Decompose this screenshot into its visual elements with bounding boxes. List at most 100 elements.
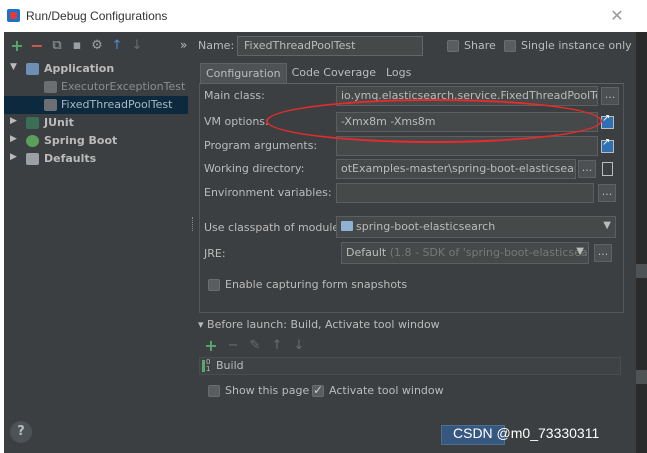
junit-icon	[26, 117, 39, 129]
single-instance-checkbox[interactable]	[504, 40, 516, 52]
add-config-icon[interactable]: +	[10, 38, 24, 54]
environment-variables-label: Environment variables:	[204, 186, 332, 199]
tree-item-label: ExecutorExceptionTest	[61, 80, 186, 93]
main-class-input[interactable]: io.ymq.elasticsearch.service.FixedThread…	[336, 86, 598, 106]
expand-icon[interactable]: ▶	[10, 152, 17, 162]
form-snapshots-checkbox[interactable]	[208, 279, 220, 291]
application-icon	[26, 63, 39, 75]
working-directory-input[interactable]: otExamples-master\spring-boot-elasticsea…	[336, 159, 576, 179]
jre-detail: (1.8 - SDK of 'spring-boot-elasticsear	[389, 246, 589, 259]
chevron-down-icon[interactable]: ▼	[576, 246, 584, 257]
program-arguments-input[interactable]	[336, 136, 598, 156]
name-label: Name:	[198, 39, 235, 52]
tree-item-label: Spring Boot	[44, 134, 118, 147]
single-instance-label: Single instance only	[521, 39, 632, 52]
tab-code-coverage[interactable]: Code Coverage	[287, 63, 381, 83]
help-button[interactable]: ?	[10, 421, 32, 443]
expand-icon[interactable]: ▶	[10, 134, 17, 144]
background-band	[636, 264, 647, 278]
tree-item-fixed-thread-pool-test[interactable]: FixedThreadPoolTest	[4, 96, 188, 114]
intellij-app-icon	[7, 9, 20, 22]
activate-tool-window-checkbox[interactable]	[312, 383, 324, 397]
jre-value: Default	[346, 246, 387, 259]
expand-field-icon[interactable]	[598, 113, 616, 131]
before-launch-header[interactable]: ▾ Before launch: Build, Activate tool wi…	[198, 318, 440, 331]
application-config-icon	[44, 99, 57, 111]
macro-document-icon[interactable]	[598, 160, 616, 178]
working-directory-browse-button[interactable]: ...	[578, 160, 596, 178]
jre-label: JRE:	[204, 247, 226, 260]
jre-select[interactable]: Default (1.8 - SDK of 'spring-boot-elast…	[341, 242, 589, 264]
add-task-icon[interactable]: +	[204, 338, 218, 354]
tree-item-application[interactable]: ▼ Application	[4, 60, 188, 78]
background-window-edge	[636, 32, 647, 453]
close-icon[interactable]: ✕	[606, 5, 628, 27]
classpath-module-select[interactable]: spring-boot-elasticsearch ▼	[336, 216, 616, 238]
wrench-defaults-icon	[26, 153, 39, 165]
background-band	[636, 370, 647, 384]
tree-item-spring-boot[interactable]: ▶ Spring Boot	[4, 132, 188, 150]
move-task-down-icon[interactable]: ↓	[292, 339, 306, 353]
expand-icon[interactable]: ▶	[10, 116, 17, 126]
tree-item-label: Defaults	[44, 152, 97, 165]
tree-item-executor-exception-test[interactable]: ExecutorExceptionTest	[4, 78, 188, 96]
classpath-module-label: Use classpath of module:	[204, 221, 343, 234]
save-config-icon[interactable]: ▪	[70, 39, 84, 53]
spring-boot-icon	[26, 135, 39, 147]
application-config-icon	[44, 81, 57, 93]
tree-item-label: FixedThreadPoolTest	[61, 98, 173, 111]
tab-configuration[interactable]: Configuration	[200, 63, 287, 83]
move-down-icon[interactable]: ↓	[130, 39, 144, 53]
remove-task-icon[interactable]: −	[226, 339, 240, 353]
name-input[interactable]: FixedThreadPoolTest	[237, 36, 423, 56]
jre-browse-button[interactable]: ...	[594, 244, 612, 262]
name-row: » Name: FixedThreadPoolTest Share Single…	[180, 36, 636, 56]
splitter-handle[interactable]	[192, 217, 194, 231]
working-directory-label: Working directory:	[204, 162, 305, 175]
collapse-icon[interactable]: ▼	[10, 62, 17, 72]
vm-options-row: VM options: -Xmx8m -Xms8m	[204, 112, 624, 132]
share-label: Share	[464, 39, 496, 52]
form-snapshots-label: Enable capturing form snapshots	[225, 278, 408, 291]
remove-config-icon[interactable]: −	[30, 38, 44, 54]
build-icon	[202, 359, 212, 373]
working-directory-row: Working directory: otExamples-master\spr…	[204, 159, 624, 179]
environment-variables-input[interactable]	[336, 183, 594, 203]
activate-tool-window-label: Activate tool window	[329, 384, 444, 397]
edit-task-icon[interactable]: ✎	[248, 339, 262, 353]
tree-item-label: JUnit	[44, 116, 74, 129]
vm-options-input[interactable]: -Xmx8m -Xms8m	[336, 112, 598, 132]
move-task-up-icon[interactable]: ↑	[270, 339, 284, 353]
program-arguments-row: Program arguments:	[204, 136, 624, 156]
environment-variables-row: Environment variables: ...	[204, 183, 624, 203]
build-task-item[interactable]: Build	[199, 357, 621, 375]
config-tree: ▼ Application ExecutorExceptionTest Fixe…	[4, 60, 188, 400]
config-tabs: Configuration Code Coverage Logs	[200, 63, 416, 83]
tree-item-junit[interactable]: ▶ JUnit	[4, 114, 188, 132]
copy-config-icon[interactable]: ⧉	[50, 39, 64, 53]
build-task-label: Build	[216, 359, 244, 372]
module-folder-icon	[341, 221, 353, 231]
wrench-icon[interactable]: ⚙	[90, 39, 104, 53]
classpath-module-row: Use classpath of module: spring-boot-ela…	[204, 216, 624, 238]
environment-variables-browse-button[interactable]: ...	[598, 184, 616, 202]
main-class-row: Main class: io.ymq.elasticsearch.service…	[204, 86, 624, 106]
chevron-down-icon[interactable]: ▼	[603, 220, 611, 231]
tab-logs[interactable]: Logs	[381, 63, 416, 83]
before-launch-toolbar: + − ✎ ↑ ↓	[204, 338, 306, 354]
program-arguments-label: Program arguments:	[204, 139, 318, 152]
title-bar: Run/Debug Configurations ✕	[0, 0, 640, 32]
window-title: Run/Debug Configurations	[26, 9, 168, 23]
classpath-module-value: spring-boot-elasticsearch	[356, 220, 496, 233]
vm-options-label: VM options:	[204, 115, 269, 128]
share-checkbox[interactable]	[447, 40, 459, 52]
tree-item-defaults[interactable]: ▶ Defaults	[4, 150, 188, 168]
main-class-browse-button[interactable]: ...	[601, 87, 619, 105]
more-icon[interactable]: »	[180, 38, 187, 52]
show-page-checkbox[interactable]	[208, 385, 220, 397]
show-page-label: Show this page	[225, 384, 310, 397]
jre-row: JRE: Default (1.8 - SDK of 'spring-boot-…	[204, 242, 624, 264]
expand-field-icon[interactable]	[598, 137, 616, 155]
move-up-icon[interactable]: ↑	[110, 39, 124, 53]
watermark: CSDN @m0_73330311	[453, 425, 600, 441]
